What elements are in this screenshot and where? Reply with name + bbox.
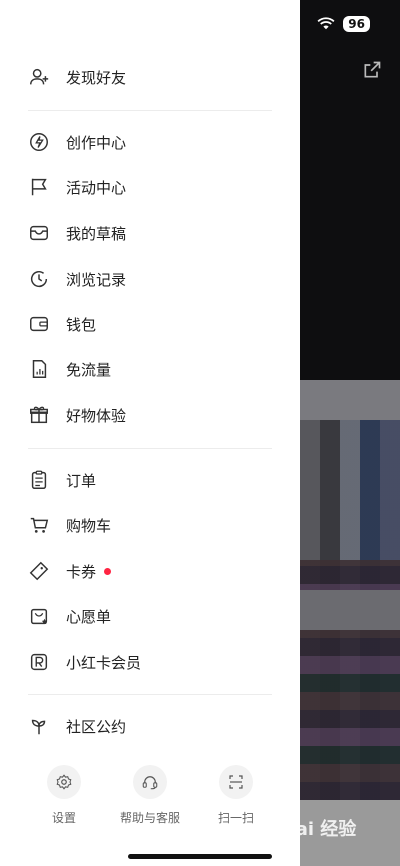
scan-button[interactable]: 扫一扫 [196, 765, 276, 826]
menu-item-drafts[interactable]: 我的草稿 [28, 218, 126, 248]
menu-label: 小红卡会员 [66, 653, 142, 672]
clock-history-icon [28, 268, 50, 290]
blurred-block [300, 590, 400, 630]
gift-icon [28, 404, 50, 426]
menu-item-cart[interactable]: 购物车 [28, 510, 111, 540]
clipboard-icon [28, 469, 50, 491]
menu-label: 社区公约 [66, 717, 127, 736]
settings-button[interactable]: 设置 [24, 765, 104, 826]
wifi-icon [317, 17, 335, 30]
status-bar: 96 [317, 16, 370, 32]
sim-card-icon [28, 358, 50, 380]
menu-label: 发现好友 [66, 68, 127, 87]
menu-label: 订单 [66, 471, 97, 490]
menu-label: 免流量 [66, 360, 112, 379]
battery-indicator: 96 [343, 16, 370, 32]
menu-label: 浏览记录 [66, 270, 127, 289]
inbox-icon [28, 222, 50, 244]
scan-label: 扫一扫 [217, 811, 254, 825]
ticket-icon [28, 560, 50, 582]
cart-icon [28, 514, 50, 536]
registered-icon [28, 651, 50, 673]
help-label: 帮助与客服 [119, 811, 180, 825]
menu-label: 卡券 [66, 562, 97, 581]
menu-item-community-rules[interactable]: 社区公约 [28, 711, 126, 741]
flag-icon [28, 176, 50, 198]
side-drawer: 发现好友 创作中心 活动中心 我的草稿 浏览记录 钱包 免流量 好物体验 订单 … [0, 0, 300, 866]
help-button[interactable]: 帮助与客服 [110, 765, 190, 826]
share-icon[interactable] [362, 60, 382, 80]
menu-item-orders[interactable]: 订单 [28, 465, 96, 495]
divider [28, 448, 272, 449]
menu-item-creation-center[interactable]: 创作中心 [28, 127, 126, 157]
bottom-actions: 设置 帮助与客服 扫一扫 [0, 765, 300, 826]
menu-item-free-data[interactable]: 免流量 [28, 354, 111, 384]
menu-label: 心愿单 [66, 607, 112, 626]
menu-item-history[interactable]: 浏览记录 [28, 264, 126, 294]
menu-label: 好物体验 [66, 406, 127, 425]
wallet-icon [28, 313, 50, 335]
menu-item-discover-friends[interactable]: 发现好友 [28, 62, 126, 92]
sprout-icon [28, 715, 50, 737]
notification-dot [104, 567, 112, 575]
settings-label: 设置 [51, 811, 76, 825]
menu-label: 创作中心 [66, 133, 127, 152]
lightning-icon [28, 131, 50, 153]
menu-item-product-experience[interactable]: 好物体验 [28, 400, 126, 430]
home-indicator [128, 854, 272, 859]
watermark: Bai 经验 [282, 819, 357, 840]
divider [28, 694, 272, 695]
blurred-block [300, 380, 400, 420]
gear-icon [47, 765, 81, 799]
menu-label: 钱包 [66, 315, 97, 334]
menu-item-redcard-member[interactable]: 小红卡会员 [28, 647, 141, 677]
menu-label: 购物车 [66, 516, 112, 535]
wishlist-bag-icon [28, 605, 50, 627]
divider [28, 110, 272, 111]
add-user-icon [28, 66, 50, 88]
menu-item-coupons[interactable]: 卡券 [28, 556, 112, 586]
menu-item-activity-center[interactable]: 活动中心 [28, 172, 126, 202]
menu-label: 活动中心 [66, 178, 127, 197]
menu-item-wishlist[interactable]: 心愿单 [28, 601, 111, 631]
headset-icon [133, 765, 167, 799]
menu-item-wallet[interactable]: 钱包 [28, 309, 96, 339]
menu-label: 我的草稿 [66, 224, 127, 243]
scan-icon [219, 765, 253, 799]
